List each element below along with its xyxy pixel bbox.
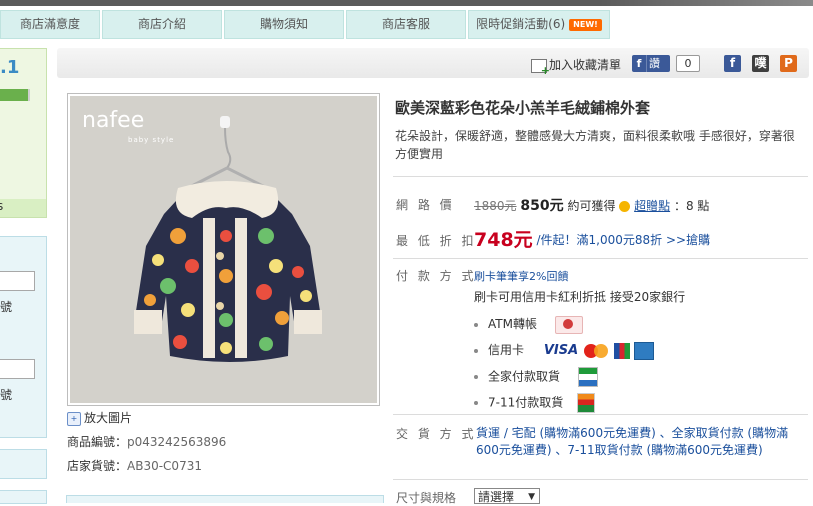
product-title: 歐美深藍彩色花朵小羔羊毛絨鋪棉外套 <box>395 99 651 117</box>
payment-familymart: 全家付款取貨 <box>474 367 598 387</box>
like-count: 0 <box>676 55 700 72</box>
payment-credit-card: 信用卡 VISA <box>474 341 654 360</box>
mastercard-icon <box>582 343 610 359</box>
amex-icon <box>633 341 654 360</box>
tab-label: 商店介紹 <box>137 17 186 31</box>
tab-label: 商店客服 <box>381 17 430 31</box>
points-link[interactable]: 超贈點 <box>634 199 670 213</box>
rating-bar <box>0 89 28 101</box>
top-bar <box>0 0 813 6</box>
rating-value: .1 <box>0 57 20 78</box>
tab-shopping-notes[interactable]: 購物須知 <box>224 10 344 39</box>
payment-atm: ATM轉帳 <box>474 315 583 334</box>
shipping-label: 交 貨 方 式 <box>396 427 477 441</box>
payment-seven-eleven: 7-11付款取貨 <box>474 393 596 413</box>
plurk-share-icon[interactable]: 噗 <box>752 55 769 72</box>
rating-footer: s <box>0 199 46 217</box>
product-number: 商品編號：p043242563896 <box>67 435 227 449</box>
familymart-icon <box>577 367 598 387</box>
size-label: 尺寸與規格 <box>396 491 457 505</box>
add-favorite-icon <box>531 58 550 77</box>
discount-row: 748元 /件起！滿1,000元88折 >>搶購 <box>474 225 710 252</box>
visa-icon: VISA <box>543 343 579 358</box>
payment-promo[interactable]: 刷卡筆筆享2%回饋 <box>474 268 568 284</box>
store-nav: 商店滿意度 商店介紹 購物須知 商店客服 限時促銷活動(6) NEW! <box>0 10 813 39</box>
zoom-image-link[interactable]: + 放大圖片 <box>67 409 132 426</box>
credit-cards-icon: VISA <box>543 341 654 360</box>
magnifier-icon: + <box>67 411 81 426</box>
tab-label: 購物須知 <box>259 17 308 31</box>
price-label: 網 路 價 <box>396 198 455 212</box>
add-favorite-link[interactable]: 加入收藏清單 <box>531 56 621 77</box>
payment-label: 付 款 方 式 <box>396 269 477 283</box>
product-image[interactable]: nafee baby style <box>67 93 380 406</box>
discount-promo-link[interactable]: /件起！滿1,000元88折 >>搶購 <box>537 233 711 247</box>
tab-satisfaction[interactable]: 商店滿意度 <box>0 10 100 39</box>
sidebar-search-panel: 號 號 <box>0 236 47 438</box>
facebook-icon: f <box>632 55 647 72</box>
price-row: 1880元 850元 約可獲得 超贈點 ：8 點 <box>474 198 710 214</box>
brand-tagline: baby style <box>128 136 175 144</box>
tab-customer-service[interactable]: 商店客服 <box>346 10 466 39</box>
brand-logo: nafee <box>82 108 145 133</box>
points-icon <box>619 201 631 212</box>
discount-label: 最 低 折 扣 <box>396 234 477 248</box>
payment-installment: 刷卡可用信用卡紅利折抵 接受20家銀行 <box>474 290 686 304</box>
store-item-number: 店家貨號：AB30-C0731 <box>67 459 202 473</box>
tab-about[interactable]: 商店介紹 <box>102 10 222 39</box>
sidebar-label: 號 <box>0 300 13 314</box>
atm-icon <box>554 315 583 334</box>
tab-promotions[interactable]: 限時促銷活動(6) NEW! <box>468 10 610 39</box>
jcb-icon <box>613 342 630 359</box>
sidebar-label: 號 <box>0 388 13 402</box>
discount-price: 748元 <box>474 229 533 251</box>
sidebar-input[interactable] <box>0 271 35 291</box>
seven-eleven-icon <box>577 393 596 413</box>
product-description: 花朵設計，保暖舒適，整體感覺大方清爽，面料很柔軟哦 手感很好，穿著很方便實用 <box>395 129 795 161</box>
tab-label: 限時促銷活動(6) <box>476 17 566 31</box>
shipping-options[interactable]: 貨運 / 宅配 (購物滿600元免運費) 、全家取貨付款 (購物滿600元免運費… <box>476 425 808 459</box>
store-rating-panel: .1 s <box>0 48 47 218</box>
new-badge: NEW! <box>569 18 602 31</box>
jacket-illustration <box>70 96 377 403</box>
sidebar-input[interactable] <box>0 359 35 379</box>
sidebar-panel <box>0 449 47 479</box>
tab-label: 商店滿意度 <box>19 17 80 31</box>
chevron-down-icon: ▼ <box>528 492 535 502</box>
facebook-share-icon[interactable]: f <box>724 55 741 72</box>
pixnet-share-icon[interactable]: P <box>780 55 797 72</box>
original-price: 1880元 <box>474 199 517 213</box>
facebook-like-button[interactable]: f讚 <box>632 55 670 72</box>
current-price: 850元 <box>520 198 564 214</box>
